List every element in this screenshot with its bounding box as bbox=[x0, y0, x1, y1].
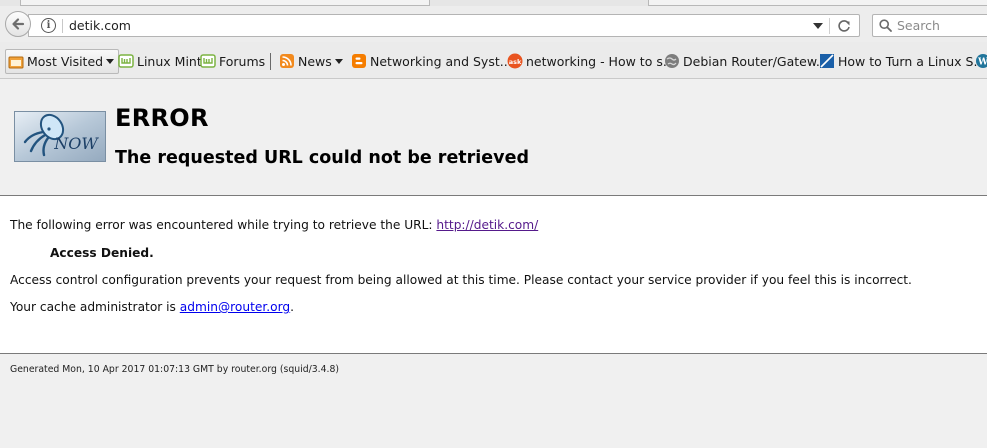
site-info-icon[interactable]: i bbox=[41, 18, 56, 33]
bookmark-label: Debian Router/Gatew... bbox=[683, 53, 828, 69]
most-visited-button[interactable]: Most Visited bbox=[5, 49, 120, 74]
bookmark-forums[interactable]: Forums bbox=[200, 51, 265, 71]
url-history-dropdown-icon[interactable] bbox=[813, 23, 823, 29]
bookmark-news-folder[interactable]: News bbox=[279, 51, 343, 71]
admin-email-link[interactable]: admin@router.org bbox=[180, 300, 290, 314]
globe-icon bbox=[664, 53, 680, 69]
admin-prefix-text: Your cache administrator is bbox=[10, 300, 180, 314]
search-icon bbox=[879, 19, 892, 32]
most-visited-label: Most Visited bbox=[27, 54, 104, 69]
chevron-down-icon bbox=[106, 59, 115, 64]
logo-text: NOW bbox=[53, 134, 99, 153]
bookmark-networking-how-to[interactable]: ask networking - How to s... bbox=[507, 51, 675, 71]
url-separator bbox=[829, 18, 830, 34]
bookmark-label: Linux Mint bbox=[137, 53, 202, 69]
svg-text:ask: ask bbox=[509, 58, 522, 66]
reload-icon[interactable] bbox=[836, 18, 852, 34]
bookmark-label: News bbox=[298, 53, 332, 69]
generated-footer: Generated Mon, 10 Apr 2017 01:07:13 GMT … bbox=[10, 364, 340, 375]
back-arrow-icon bbox=[12, 18, 25, 30]
wordpress-icon: W bbox=[975, 53, 987, 69]
url-separator bbox=[62, 19, 63, 33]
page-content: NOW ERROR The requested URL could not be… bbox=[0, 80, 987, 448]
admin-line: Your cache administrator is admin@router… bbox=[10, 300, 294, 314]
bookmark-wordpress[interactable]: W bbox=[975, 51, 987, 71]
error-description: Access control configuration prevents yo… bbox=[10, 273, 912, 287]
svg-text:W: W bbox=[977, 58, 987, 68]
bookmark-linux-router[interactable]: How to Turn a Linux S... bbox=[819, 51, 985, 71]
error-intro-line: The following error was encountered whil… bbox=[10, 218, 538, 232]
divider bbox=[0, 353, 987, 354]
page-subtitle: The requested URL could not be retrieved bbox=[115, 148, 529, 168]
blogger-icon bbox=[351, 53, 367, 69]
bookmark-networking-systems[interactable]: Networking and Syst... bbox=[351, 51, 512, 71]
admin-suffix-text: . bbox=[290, 300, 294, 314]
bookmark-debian-router[interactable]: Debian Router/Gatew... bbox=[664, 51, 828, 71]
bookmark-label: How to Turn a Linux S... bbox=[838, 53, 986, 69]
search-placeholder[interactable]: Search bbox=[897, 18, 940, 33]
error-intro-text: The following error was encountered whil… bbox=[10, 218, 437, 232]
bookmark-separator bbox=[270, 53, 271, 70]
page-title: ERROR bbox=[115, 104, 209, 132]
navigation-toolbar: i detik.com Search bbox=[0, 6, 987, 42]
folder-icon bbox=[8, 54, 24, 70]
bookmark-label: networking - How to s... bbox=[526, 53, 675, 69]
bookmark-label: Networking and Syst... bbox=[370, 53, 512, 69]
error-details: The following error was encountered whil… bbox=[0, 196, 987, 353]
back-button[interactable] bbox=[5, 11, 31, 37]
linux-mint-icon bbox=[200, 53, 216, 69]
search-bar[interactable]: Search bbox=[872, 14, 987, 37]
bookmarks-toolbar: Most Visited Linux Mint Forums News Netw… bbox=[0, 42, 987, 79]
access-denied-text: Access Denied. bbox=[50, 246, 154, 260]
bookmark-linux-mint[interactable]: Linux Mint bbox=[118, 51, 202, 71]
url-text[interactable]: detik.com bbox=[69, 18, 131, 33]
site-favicon-icon bbox=[819, 53, 835, 69]
chevron-down-icon bbox=[334, 58, 343, 64]
requested-url-link[interactable]: http://detik.com/ bbox=[436, 218, 538, 232]
bookmark-label: Forums bbox=[219, 53, 266, 69]
squid-logo: NOW bbox=[14, 111, 106, 162]
ask-ubuntu-icon: ask bbox=[507, 53, 523, 69]
rss-feed-icon bbox=[279, 53, 295, 69]
url-bar[interactable]: i detik.com bbox=[28, 14, 860, 37]
linux-mint-icon bbox=[118, 53, 134, 69]
